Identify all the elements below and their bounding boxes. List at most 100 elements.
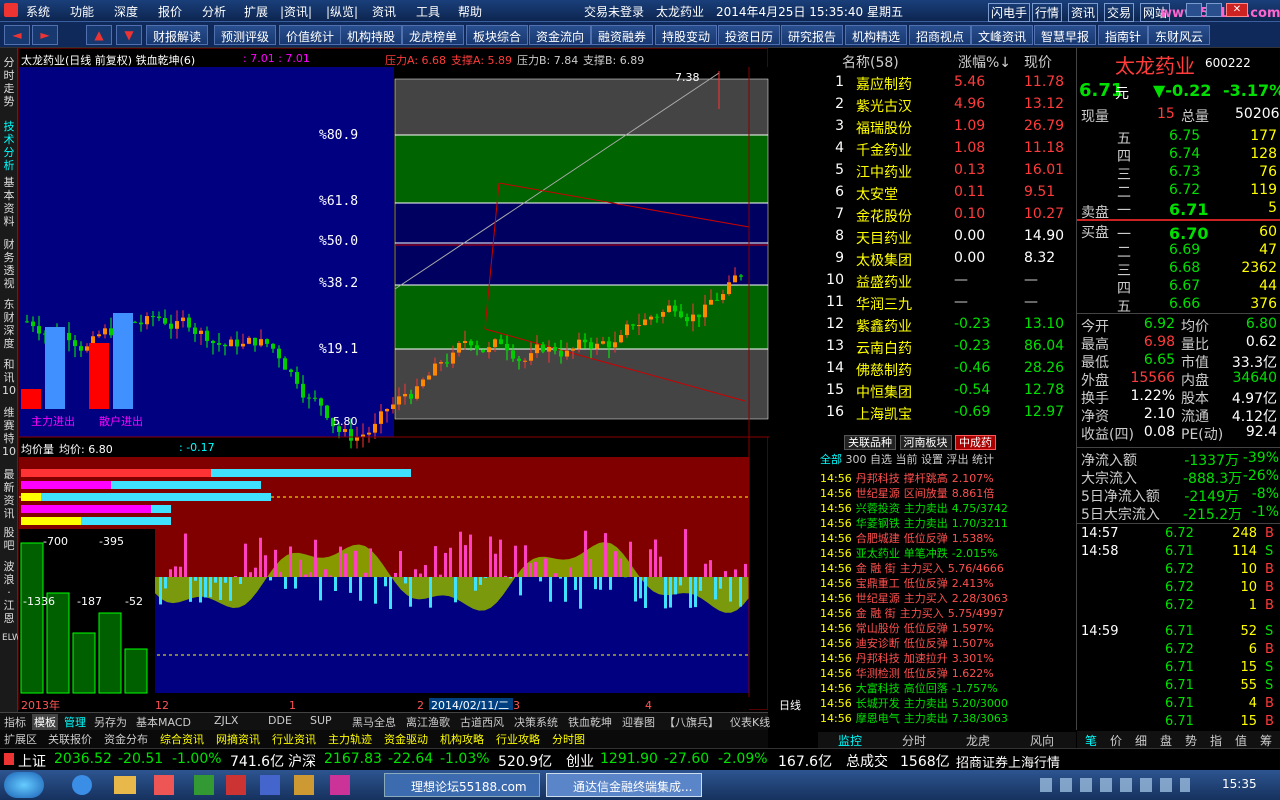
indicator-tab-12[interactable]: 铁血乾坤	[566, 714, 614, 730]
indicator-tab-3[interactable]: 另存为	[92, 714, 129, 730]
chart-area[interactable]: %80.9%61.8%50.0%38.2%19.17.407.207.006.8…	[18, 48, 801, 712]
toolbar-financial-report[interactable]: 财报解读	[146, 25, 209, 45]
list-item[interactable]: 10 益盛药业 — —	[818, 270, 1076, 292]
quote-tab-3[interactable]: 盘	[1160, 732, 1172, 749]
list-item[interactable]: 12 紫鑫药业 -0.23 13.10	[818, 314, 1076, 336]
folder-icon[interactable]	[114, 776, 136, 794]
indicator-tab-4[interactable]: 基本MACD	[134, 714, 193, 730]
toolbar-inst-holding[interactable]: 机构持股	[340, 25, 403, 45]
menu-extend[interactable]: 扩展	[244, 3, 268, 20]
bid-row[interactable]: 三 6.68 2362	[1077, 260, 1280, 279]
toolbar-forecast-rating[interactable]: 预测评级	[214, 25, 277, 45]
menu-analysis[interactable]: 分析	[202, 3, 226, 20]
menu-overview[interactable]: |纵览|	[326, 3, 358, 20]
ask-row[interactable]: 三 6.73 76	[1077, 164, 1280, 183]
ticker-tab-related[interactable]: 关联品种	[844, 435, 896, 450]
header-price[interactable]: 现价	[1024, 52, 1052, 72]
ext-tab-4[interactable]: 网摘资讯	[214, 731, 262, 747]
tab-basic-info[interactable]: 基本资料	[2, 176, 16, 228]
toolbar-inst-pick[interactable]: 机构精选	[845, 25, 908, 45]
toolbar-calendar[interactable]: 投资日历	[718, 25, 781, 45]
toolbar-margin[interactable]: 融资融券	[591, 25, 654, 45]
indicator-tab-2[interactable]: 管理	[62, 714, 88, 730]
ext-tab-3[interactable]: 综合资讯	[158, 731, 206, 747]
ext-tab-0[interactable]: 扩展区	[2, 731, 39, 747]
ticker-row[interactable]: 14:56 亚太药业 单笔冲跌 -2.015%	[820, 545, 998, 561]
list-item[interactable]: 9 太极集团 0.00 8.32	[818, 248, 1076, 270]
list-item[interactable]: 15 中恒集团 -0.54 12.78	[818, 380, 1076, 402]
indicator-tab-15[interactable]: 仪表K线	[728, 714, 772, 730]
toolbar-fund-flow[interactable]: 资金流向	[529, 25, 592, 45]
flash-trade-button[interactable]: 闪电手	[988, 3, 1031, 22]
toolbar-wenfeng[interactable]: 文峰资讯	[971, 25, 1034, 45]
list-item[interactable]: 5 江中药业 0.13 16.01	[818, 160, 1076, 182]
list-item[interactable]: 2 紫光古汉 4.96 13.12	[818, 94, 1076, 116]
up-icon[interactable]: ▲	[86, 25, 112, 45]
tab-wave[interactable]: 波浪·江恩	[2, 560, 16, 625]
down-icon[interactable]: ▼	[116, 25, 142, 45]
list-item[interactable]: 13 云南白药 -0.23 86.04	[818, 336, 1076, 358]
quote-tab-5[interactable]: 指	[1210, 732, 1222, 749]
ask-row[interactable]: 五 6.75 177	[1077, 128, 1280, 147]
toolbar-morning[interactable]: 智慧早报	[1034, 25, 1097, 45]
ticker-row[interactable]: 14:56 金 融 街主力买入 5.76/4666	[820, 560, 1004, 576]
ticker-row[interactable]: 14:56 长城开发 主力卖出 5.20/3000	[820, 695, 1008, 711]
app1-icon[interactable]	[154, 775, 174, 795]
filter-settings[interactable]: 设置	[921, 453, 943, 466]
quote-tab-1[interactable]: 价	[1110, 732, 1122, 749]
tab-latest-news[interactable]: 最新资讯	[2, 468, 16, 520]
maximize-button[interactable]	[1206, 3, 1222, 17]
forward-icon[interactable]: ►	[32, 25, 58, 45]
indicator-tab-7[interactable]: SUP	[308, 714, 334, 727]
toolbar-dragon-tiger[interactable]: 龙虎榜单	[402, 25, 465, 45]
ticker-row[interactable]: 14:56 华菱钢铁 主力卖出 1.70/3211	[820, 515, 1008, 531]
indicator-tab-8[interactable]: 黑马全息	[350, 714, 398, 730]
ticker-row[interactable]: 14:56 迪安诊断 低位反弹 1.507%	[820, 635, 994, 651]
ext-tab-8[interactable]: 机构攻略	[438, 731, 486, 747]
toolbar-holding-change[interactable]: 持股变动	[655, 25, 718, 45]
ticker-row[interactable]: 14:56 丹邦科技 撑杆跳高 2.107%	[820, 470, 994, 486]
list-item[interactable]: 1 嘉应制药 5.46 11.78	[818, 72, 1076, 94]
ext-tab-6[interactable]: 主力轨迹	[326, 731, 374, 747]
ticker-row[interactable]: 14:56 大富科技 高位回落 -1.757%	[820, 680, 998, 696]
bid-row[interactable]: 一 6.70 60	[1077, 224, 1280, 243]
tab-east-depth[interactable]: 东财深度	[2, 298, 16, 350]
trade-button[interactable]: 交易	[1104, 3, 1135, 22]
tab-guba[interactable]: 股吧	[2, 526, 16, 552]
tab-finance[interactable]: 财务透视	[2, 238, 16, 290]
ask-row[interactable]: 二 6.72 119	[1077, 182, 1280, 201]
ext-tab-10[interactable]: 分时图	[550, 731, 587, 747]
kline-chart[interactable]: %80.9%61.8%50.0%38.2%19.17.407.207.006.8…	[19, 49, 769, 711]
toolbar-research[interactable]: 研究报告	[781, 25, 844, 45]
menu-function[interactable]: 功能	[70, 3, 94, 20]
ticker-row[interactable]: 14:56 摩恩电气 主力卖出 7.38/3063	[820, 710, 1008, 726]
menu-system[interactable]: 系统	[26, 3, 50, 20]
indicator-tab-10[interactable]: 古道西风	[458, 714, 506, 730]
indicator-tab-14[interactable]: 【八旗兵】	[662, 714, 721, 730]
indicator-tab-6[interactable]: DDE	[266, 714, 294, 727]
ticker-row[interactable]: 14:56 世纪星源 区间放量 8.861倍	[820, 485, 994, 501]
ext-tab-7[interactable]: 资金驱动	[382, 731, 430, 747]
toolbar-compass[interactable]: 指南针	[1098, 25, 1149, 45]
app4-icon[interactable]	[260, 775, 280, 795]
ticker-row[interactable]: 14:56 常山股份 低位反弹 1.597%	[820, 620, 994, 636]
tab-hexun[interactable]: 和讯10	[2, 358, 16, 397]
quote-tab-4[interactable]: 势	[1185, 732, 1197, 749]
minimize-button[interactable]	[1186, 3, 1202, 17]
app5-icon[interactable]	[294, 775, 314, 795]
menu-news[interactable]: 资讯	[372, 3, 396, 20]
tab-technical[interactable]: 技术分析	[2, 120, 16, 172]
filter-all[interactable]: 全部	[820, 453, 842, 466]
ask-row[interactable]: 一 6.71 5	[1077, 200, 1280, 219]
tab-intraday[interactable]: 分时走势	[2, 56, 16, 108]
ticker-row[interactable]: 14:56 兴蓉投资 主力卖出 4.75/3742	[820, 500, 1008, 516]
ticker-wind-tab[interactable]: 风向	[1030, 732, 1054, 749]
quote-tab-7[interactable]: 筹	[1260, 732, 1272, 749]
list-item[interactable]: 6 太安堂 0.11 9.51	[818, 182, 1076, 204]
toolbar-cm-view[interactable]: 招商视点	[909, 25, 972, 45]
ext-tab-1[interactable]: 关联报价	[46, 731, 94, 747]
market-button[interactable]: 行情	[1032, 3, 1063, 22]
ext-tab-2[interactable]: 资金分布	[102, 731, 150, 747]
list-item[interactable]: 14 佛慈制药 -0.46 28.26	[818, 358, 1076, 380]
header-change[interactable]: 涨幅%↓	[958, 52, 1011, 72]
